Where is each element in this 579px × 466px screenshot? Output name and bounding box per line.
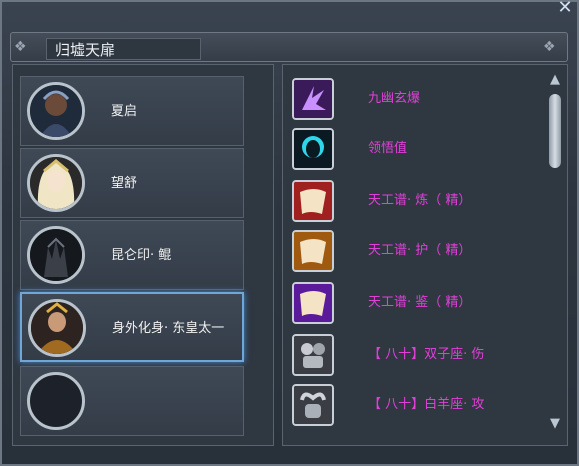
item-row[interactable]: 九幽玄爆 — [292, 78, 542, 122]
character-name: 昆仑印· 鲲 — [111, 248, 172, 263]
character-item-empty[interactable] — [20, 366, 244, 436]
close-icon[interactable]: ✕ — [555, 0, 575, 18]
item-name: 【 八十】白羊座· 攻 — [368, 397, 485, 412]
item-name: 天工谱· 鉴（ 精） — [368, 295, 472, 310]
empty-slot — [27, 372, 85, 430]
panel-title: 归墟天扉 — [46, 38, 201, 60]
item-row[interactable]: 天工谱· 鉴（ 精） — [292, 282, 542, 326]
item-row[interactable]: 【 八十】双子座· 伤 — [292, 334, 542, 378]
scroll-orange-icon — [292, 230, 334, 272]
character-item-selected[interactable]: 身外化身· 东皇太一 — [20, 292, 244, 362]
scroll-up-icon[interactable]: ▲ — [546, 72, 564, 88]
character-name: 夏启 — [111, 104, 138, 119]
item-name: 天工谱· 护（ 精） — [368, 243, 472, 258]
item-row[interactable]: 【 八十】白羊座· 攻 — [292, 384, 542, 428]
character-item[interactable]: 夏启 — [20, 76, 244, 146]
aries-icon — [292, 384, 334, 426]
ornament-left-icon: ❖ — [14, 39, 27, 55]
item-row[interactable]: 天工谱· 炼（ 精） — [292, 180, 542, 224]
item-row[interactable]: 天工谱· 护（ 精） — [292, 230, 542, 274]
item-name: 【 八十】双子座· 伤 — [368, 347, 485, 362]
item-name: 领悟值 — [368, 141, 408, 156]
purple-crystal-icon — [292, 78, 334, 120]
item-name: 九幽玄爆 — [368, 91, 421, 106]
gemini-icon — [292, 334, 334, 376]
silhouette-head-icon — [292, 128, 334, 170]
character-item[interactable]: 昆仑印· 鲲 — [20, 220, 244, 290]
scroll-down-icon[interactable]: ▼ — [546, 416, 564, 432]
emperor-portrait — [28, 299, 86, 357]
scroll-purple-icon — [292, 282, 334, 324]
character-name: 身外化身· 东皇太一 — [112, 321, 225, 336]
item-name: 天工谱· 炼（ 精） — [368, 193, 472, 208]
scroll-thumb[interactable] — [549, 94, 561, 168]
scroll-red-icon — [292, 180, 334, 222]
scrollbar[interactable]: ▲ ▼ — [546, 72, 564, 432]
warrior-portrait — [27, 82, 85, 140]
item-row[interactable]: 领悟值 — [292, 128, 542, 172]
maiden-portrait — [27, 154, 85, 212]
creature-portrait — [27, 226, 85, 284]
ornament-right-icon: ❖ — [543, 39, 556, 55]
character-item[interactable]: 望舒 — [20, 148, 244, 218]
character-name: 望舒 — [111, 176, 138, 191]
